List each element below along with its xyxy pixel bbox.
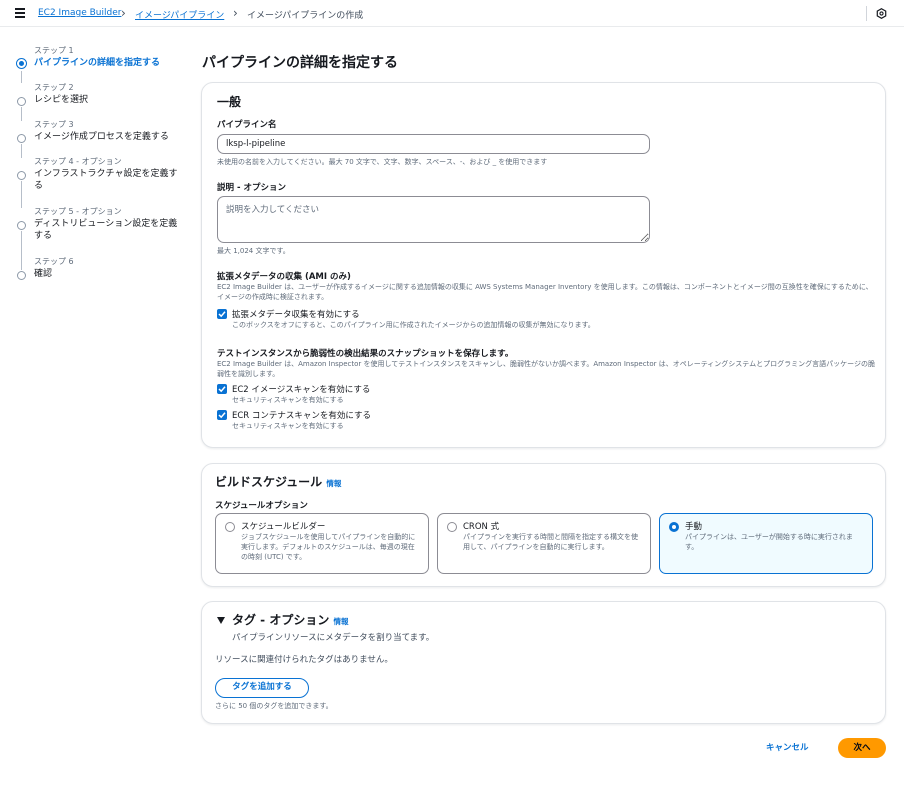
- tags-panel: タグ - オプション 情報 パイプラインリソースにメタデータを割り当てます。 リ…: [201, 601, 886, 724]
- vulnerability-snapshot-title: テストインスタンスから脆弱性の検出結果のスナップショットを保存します。: [217, 349, 514, 359]
- step-connector: [21, 107, 22, 121]
- checkmark-icon: [218, 311, 226, 318]
- divider: [866, 6, 867, 21]
- tags-title: タグ - オプション 情報: [232, 611, 349, 628]
- vulnerability-snapshot-description: EC2 Image Builder は、Amazon Inspector を使用…: [217, 360, 875, 378]
- schedule-builder-tile[interactable]: スケジュールビルダー ジョブスケジュールを使用してパイプラインを自動的に実行しま…: [215, 513, 429, 574]
- tile-description: ジョブスケジュールを使用してパイプラインを自動的に実行します。デフォルトのスケジ…: [241, 533, 416, 561]
- step-connector: [21, 71, 22, 83]
- breadcrumb-ec2-image-builder[interactable]: EC2 Image Builder: [38, 8, 121, 18]
- tile-title: 手動: [685, 522, 703, 532]
- next-button[interactable]: 次へ: [838, 738, 886, 758]
- step-title: ディストリビューション設定を定義する: [34, 219, 178, 241]
- step-number: ステップ 2: [34, 83, 74, 92]
- step-title: 確認: [34, 269, 53, 279]
- step-number: ステップ 5 - オプション: [34, 207, 122, 216]
- build-schedule-info-link[interactable]: 情報: [326, 479, 341, 488]
- schedule-builder-radio[interactable]: [225, 522, 235, 532]
- general-panel: 一般 パイプライン名 未使用の名前を入力してください。最大 70 文字で、文字、…: [201, 82, 886, 448]
- description-textarea[interactable]: [217, 196, 650, 243]
- enhanced-metadata-description: EC2 Image Builder は、ユーザーが作成するイメージに関する追加情…: [217, 283, 873, 301]
- breadcrumb-chevron-icon: ›: [121, 6, 126, 20]
- settings-icon[interactable]: [876, 8, 887, 19]
- description-label: 説明 - オプション: [217, 183, 286, 193]
- description-help: 最大 1,024 文字です。: [217, 247, 290, 255]
- tile-title: スケジュールビルダー: [241, 522, 326, 532]
- step-number: ステップ 3: [34, 120, 74, 129]
- tags-remaining-help: さらに 50 個のタグを追加できます。: [215, 702, 333, 710]
- step-title: インフラストラクチャ設定を定義する: [34, 169, 178, 191]
- checkmark-icon: [218, 412, 226, 419]
- tile-description: パイプラインは、ユーザーが開始する時に実行されます。: [685, 533, 853, 551]
- step-circle-icon: [17, 171, 26, 180]
- tags-subtitle: パイプラインリソースにメタデータを割り当てます。: [232, 633, 435, 643]
- pipeline-name-help: 未使用の名前を入力してください。最大 70 文字で、文字、数字、スペース、-、お…: [217, 158, 548, 166]
- cancel-button[interactable]: キャンセル: [766, 741, 809, 753]
- ec2-scan-checkbox[interactable]: [217, 384, 227, 394]
- hamburger-menu-icon[interactable]: [15, 8, 25, 18]
- expand-caret-icon[interactable]: [217, 617, 225, 624]
- enhanced-metadata-checkbox-label: 拡張メタデータ収集を有効にする: [232, 310, 360, 320]
- step-connector: [21, 181, 22, 208]
- tags-title-text: タグ - オプション: [232, 613, 330, 627]
- step-title: パイプラインの詳細を指定する: [34, 58, 161, 68]
- top-navigation: EC2 Image Builder › イメージパイプライン › イメージパイプ…: [0, 0, 904, 27]
- tile-title: CRON 式: [463, 522, 500, 532]
- breadcrumb-image-pipelines[interactable]: イメージパイプライン: [135, 8, 224, 21]
- cron-expression-tile[interactable]: CRON 式 パイプラインを実行する時間と間隔を指定する構文を使用して、パイプラ…: [437, 513, 651, 574]
- enhanced-metadata-checkbox-description: このボックスをオフにすると、このパイプライン用に作成されたイメージからの追加情報…: [232, 321, 595, 329]
- ecr-scan-description: セキュリティスキャンを有効にする: [232, 422, 344, 430]
- breadcrumb-chevron-icon: ›: [233, 6, 238, 20]
- step-number: ステップ 1: [34, 46, 74, 55]
- page-title: パイプラインの詳細を指定する: [202, 55, 398, 71]
- ecr-scan-label: ECR コンテナスキャンを有効にする: [232, 411, 372, 421]
- step-circle-icon: [17, 271, 26, 280]
- no-tags-message: リソースに関連付けられたタグはありません。: [215, 655, 393, 665]
- step-connector: [21, 144, 22, 158]
- step-number: ステップ 4 - オプション: [34, 157, 122, 166]
- ec2-scan-label: EC2 イメージスキャンを有効にする: [232, 385, 371, 395]
- general-panel-title: 一般: [217, 95, 242, 109]
- build-schedule-title: ビルドスケジュール 情報: [215, 473, 341, 490]
- step-circle-icon: [17, 221, 26, 230]
- breadcrumb-current: イメージパイプラインの作成: [247, 11, 364, 21]
- pipeline-name-input[interactable]: [217, 134, 650, 154]
- cron-expression-radio[interactable]: [447, 522, 457, 532]
- ecr-scan-checkbox[interactable]: [217, 410, 227, 420]
- pipeline-name-label: パイプライン名: [217, 120, 277, 130]
- manual-radio[interactable]: [669, 522, 679, 532]
- build-schedule-title-text: ビルドスケジュール: [215, 475, 323, 489]
- step-circle-icon: [17, 97, 26, 106]
- enhanced-metadata-title: 拡張メタデータの収集 (AMI のみ): [217, 272, 351, 282]
- schedule-options-label: スケジュールオプション: [215, 501, 308, 511]
- add-tag-button[interactable]: タグを追加する: [215, 678, 309, 698]
- tags-info-link[interactable]: 情報: [334, 617, 349, 626]
- step-title: イメージ作成プロセスを定義する: [34, 132, 169, 142]
- step-connector: [21, 231, 22, 270]
- tile-description: パイプラインを実行する時間と間隔を指定する構文を使用して、パイプラインを自動的に…: [463, 533, 638, 551]
- manual-tile[interactable]: 手動 パイプラインは、ユーザーが開始する時に実行されます。: [659, 513, 873, 574]
- ec2-scan-description: セキュリティスキャンを有効にする: [232, 396, 344, 404]
- step-circle-icon: [17, 134, 26, 143]
- step-number: ステップ 6: [34, 257, 74, 266]
- step-title: レシピを選択: [34, 95, 89, 105]
- step-current-icon: [16, 58, 27, 69]
- build-schedule-panel: ビルドスケジュール 情報 スケジュールオプション スケジュールビルダー ジョブス…: [201, 463, 886, 587]
- checkmark-icon: [218, 386, 226, 393]
- enhanced-metadata-checkbox[interactable]: [217, 309, 227, 319]
